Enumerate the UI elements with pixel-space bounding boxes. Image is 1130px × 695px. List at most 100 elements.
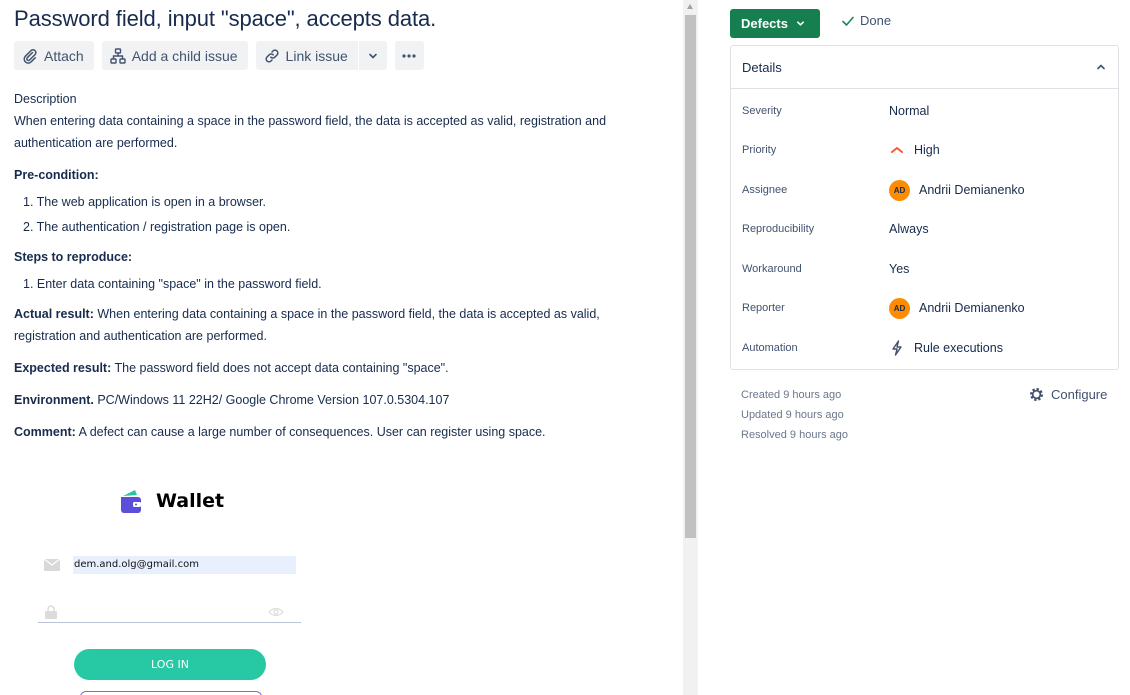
field-label: Reporter — [742, 302, 785, 314]
field-label: Workaround — [742, 263, 802, 275]
field-label: Priority — [742, 144, 777, 156]
resolution-indicator: Done — [841, 13, 891, 28]
issue-description: Description When entering data containin… — [14, 88, 614, 443]
issue-dates: Created 9 hours ago Updated 9 hours ago … — [741, 385, 848, 445]
wallet-app-name: Wallet — [156, 490, 225, 512]
field-label: Reproducibility — [742, 223, 815, 235]
assignee-value: Andrii Demianenko — [919, 183, 1025, 197]
field-value[interactable]: AD Andrii Demianenko — [889, 297, 1025, 319]
field-value[interactable]: Always — [889, 222, 929, 236]
link-issue-dropdown-button[interactable] — [359, 41, 387, 70]
chevron-down-icon — [797, 21, 804, 26]
link-issue-split-button: Link issue — [255, 41, 387, 70]
environment-text: PC/Windows 11 22H2/ Google Chrome Versio… — [93, 393, 450, 407]
issue-main-panel: Password field, input "space", accepts d… — [0, 0, 683, 695]
field-value[interactable]: Normal — [889, 104, 929, 118]
field-reporter: Reporter AD Andrii Demianenko — [742, 293, 1112, 323]
priority-value: High — [914, 143, 940, 157]
comment: Comment: A defect can cause a large numb… — [14, 421, 614, 443]
issue-title[interactable]: Password field, input "space", accepts d… — [14, 6, 436, 32]
expected-result-label: Expected result: — [14, 361, 112, 375]
wallet-icon — [121, 490, 141, 513]
environment: Environment. PC/Windows 11 22H2/ Google … — [14, 389, 614, 411]
priority-high-icon — [891, 146, 903, 153]
paperclip-icon — [23, 48, 37, 64]
field-label: Assignee — [742, 184, 788, 196]
comment-label: Comment: — [14, 425, 76, 439]
add-child-issue-label: Add a child issue — [131, 47, 238, 64]
field-label: Automation — [742, 342, 798, 354]
description-heading: Description — [14, 92, 77, 106]
chevron-up-icon — [1097, 64, 1105, 70]
configure-label: Configure — [1051, 387, 1108, 402]
expected-result: Expected result: The password field does… — [14, 357, 614, 379]
created-date: Created 9 hours ago — [741, 389, 842, 401]
password-row — [38, 600, 301, 623]
workaround-value: Yes — [889, 262, 910, 276]
avatar: AD — [889, 297, 910, 319]
attach-button[interactable]: Attach — [14, 41, 94, 70]
steps-heading: Steps to reproduce: — [14, 250, 133, 264]
expected-result-text: The password field does not accept data … — [111, 361, 449, 375]
lightning-icon — [892, 340, 902, 356]
field-workaround: Workaround Yes — [742, 254, 1112, 284]
checkmark-icon — [842, 16, 854, 26]
reproducibility-value: Always — [889, 222, 929, 236]
severity-value: Normal — [889, 104, 930, 118]
link-issue-button[interactable]: Link issue — [256, 41, 358, 70]
status-button[interactable]: Defects — [730, 9, 820, 38]
scroll-up-arrow-icon[interactable] — [687, 4, 693, 9]
main-scrollbar[interactable] — [683, 0, 698, 695]
field-reproducibility: Reproducibility Always — [742, 214, 1112, 244]
link-issue-label: Link issue — [285, 47, 348, 64]
field-label: Severity — [742, 105, 782, 117]
actual-result: Actual result: When entering data contai… — [14, 303, 614, 347]
actual-result-text: When entering data containing a space in… — [14, 307, 600, 343]
scrollbar-thumb[interactable] — [685, 15, 696, 538]
resolved-date: Resolved 9 hours ago — [741, 429, 849, 441]
gear-icon — [1030, 388, 1043, 401]
field-assignee: Assignee AD Andrii Demianenko — [742, 175, 1112, 205]
precondition-heading: Pre-condition: — [14, 168, 99, 182]
chevron-down-icon — [369, 53, 377, 59]
resolution-label: Done — [860, 13, 892, 28]
details-header[interactable]: Details — [731, 46, 1118, 89]
environment-label: Environment. — [14, 393, 94, 407]
hierarchy-icon — [110, 47, 126, 64]
link-icon — [264, 48, 279, 63]
login-button: LOG IN — [74, 649, 266, 680]
more-icon — [402, 53, 416, 58]
configure-button[interactable]: Configure — [1028, 386, 1107, 403]
updated-date: Updated 9 hours ago — [741, 409, 844, 421]
issue-toolbar: Attach Add a child issue Link issue — [14, 41, 424, 70]
list-item: 1. The web application is open in a brow… — [23, 195, 266, 209]
attachment-screenshot[interactable]: Wallet dem.and.olg@gmail.com LOG IN — [38, 488, 308, 695]
details-title: Details — [742, 59, 782, 75]
steps-list: 1. Enter data containing "space" in the … — [23, 272, 614, 297]
actual-result-label: Actual result: — [14, 307, 94, 321]
field-automation: Automation Rule executions — [742, 333, 1112, 363]
list-item: 2. The authentication / registration pag… — [23, 220, 291, 234]
issue-sidebar: Defects Done Details Severity Normal Pri… — [698, 0, 1130, 695]
precondition-list: 1. The web application is open in a brow… — [23, 190, 614, 240]
eye-icon — [268, 607, 284, 617]
field-value[interactable]: Yes — [889, 262, 909, 276]
wallet-logo: Wallet — [118, 488, 224, 514]
comment-text: A defect can cause a large number of con… — [75, 425, 546, 439]
mail-icon — [44, 559, 60, 571]
reporter-value: Andrii Demianenko — [919, 301, 1025, 315]
lock-icon — [45, 605, 57, 619]
field-value[interactable]: AD Andrii Demianenko — [889, 179, 1025, 201]
add-child-issue-button[interactable]: Add a child issue — [101, 41, 248, 70]
details-panel: Details Severity Normal Priority High As… — [730, 45, 1119, 370]
field-value[interactable]: Rule executions — [889, 340, 1003, 356]
secondary-button — [80, 691, 262, 695]
more-actions-button[interactable] — [394, 41, 424, 70]
status-label: Defects — [741, 16, 788, 31]
automation-value: Rule executions — [914, 341, 1003, 355]
email-row: dem.and.olg@gmail.com — [38, 554, 301, 578]
field-value[interactable]: High — [889, 142, 940, 158]
field-priority: Priority High — [742, 135, 1112, 165]
attach-label: Attach — [44, 47, 84, 64]
description-text: When entering data containing a space in… — [14, 114, 607, 150]
